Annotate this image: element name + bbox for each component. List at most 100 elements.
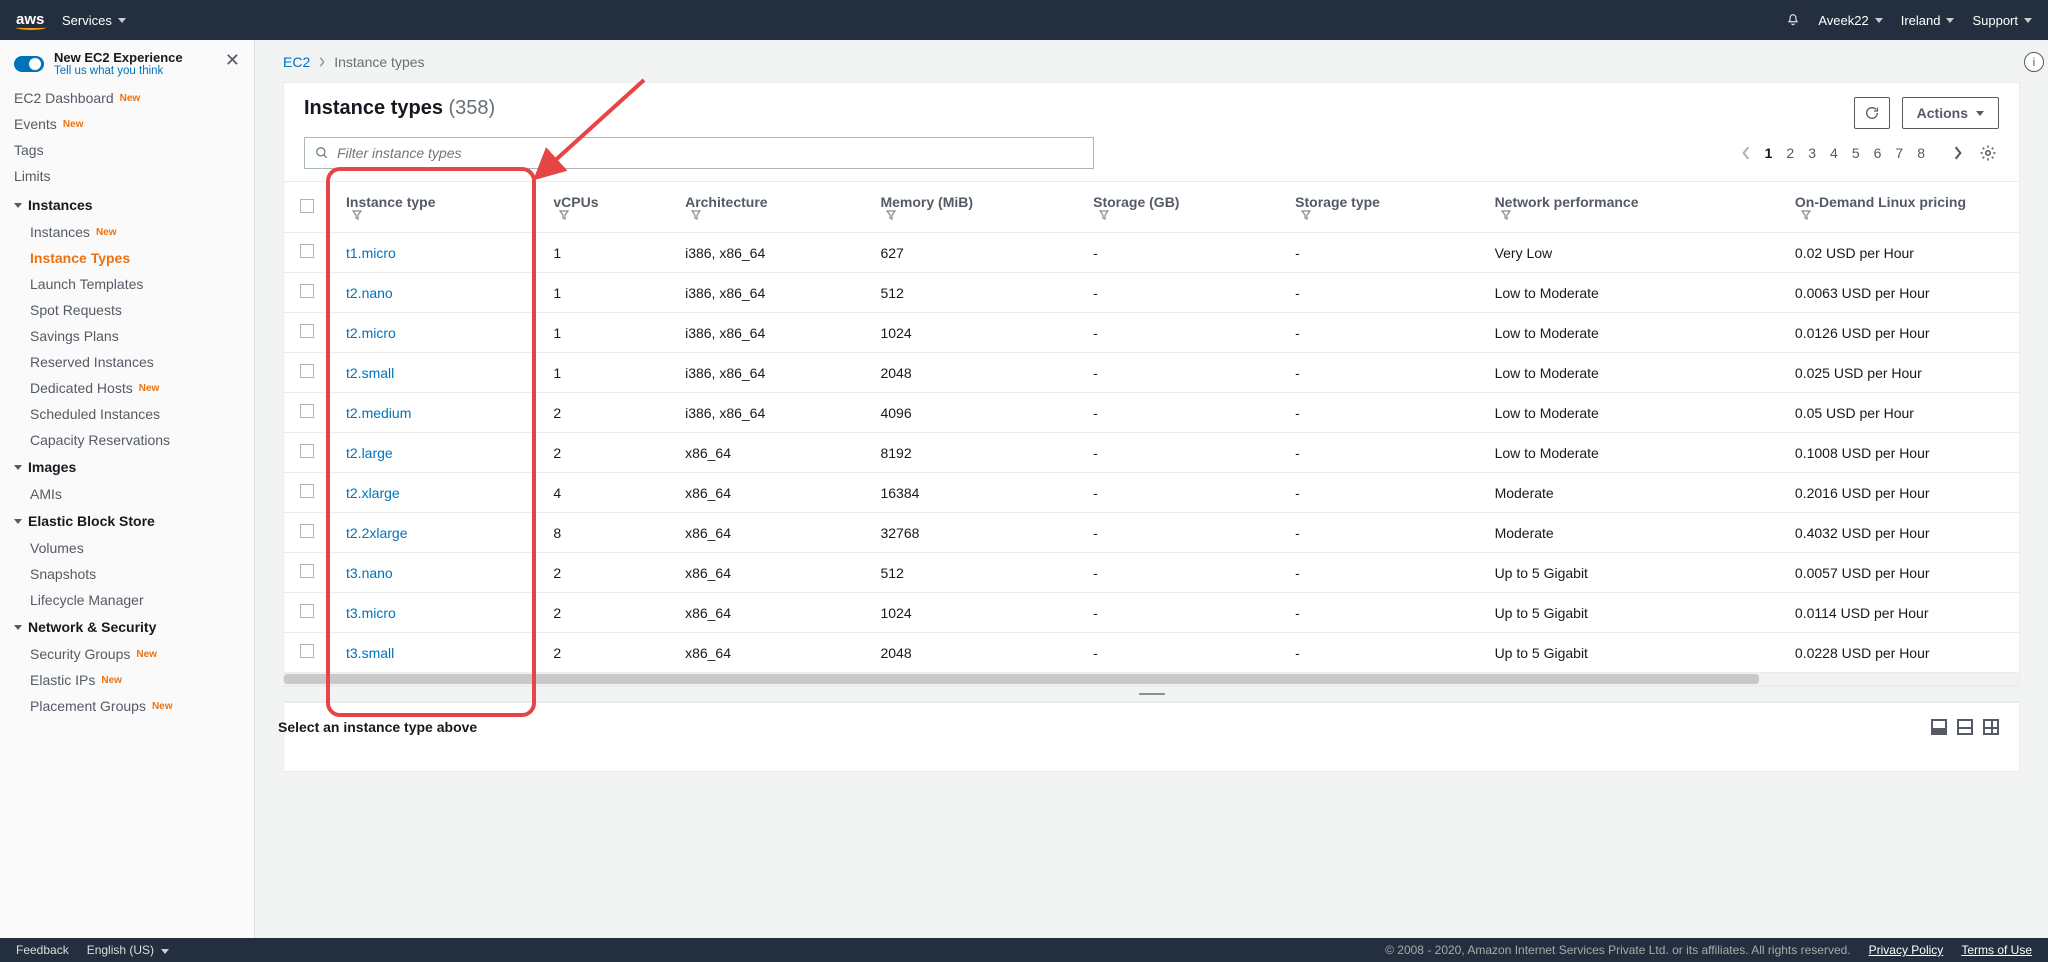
row-checkbox[interactable]	[300, 404, 314, 418]
language-menu[interactable]: English (US)	[87, 943, 170, 957]
page-prev[interactable]	[1741, 146, 1751, 160]
privacy-link[interactable]: Privacy Policy	[1869, 943, 1944, 957]
close-icon[interactable]: ✕	[225, 50, 240, 71]
sidebar-section-instances[interactable]: Instances	[0, 191, 254, 219]
instance-type-link[interactable]: t2.medium	[346, 405, 411, 421]
sidebar-item-instances[interactable]: Instances New	[0, 219, 254, 245]
sidebar-section-network-security[interactable]: Network & Security	[0, 613, 254, 641]
instance-type-link[interactable]: t3.nano	[346, 565, 393, 581]
table-row[interactable]: t1.micro1i386, x86_64627--Very Low0.02 U…	[284, 233, 2019, 273]
col-network-performance[interactable]: Network performance	[1479, 182, 1779, 233]
instance-type-link[interactable]: t2.nano	[346, 285, 393, 301]
sidebar-item-savings-plans[interactable]: Savings Plans	[0, 323, 254, 349]
select-all-checkbox[interactable]	[300, 199, 314, 213]
row-checkbox[interactable]	[300, 524, 314, 538]
aws-logo[interactable]: aws	[16, 11, 46, 30]
sidebar-item-launch-templates[interactable]: Launch Templates	[0, 271, 254, 297]
row-checkbox[interactable]	[300, 564, 314, 578]
region-menu[interactable]: Ireland	[1901, 13, 1955, 28]
page-4[interactable]: 4	[1830, 145, 1838, 161]
feedback-link[interactable]: Feedback	[16, 943, 69, 957]
instance-type-link[interactable]: t3.small	[346, 645, 394, 661]
filter-input-wrap[interactable]	[304, 137, 1094, 169]
page-6[interactable]: 6	[1874, 145, 1882, 161]
col-on-demand-linux-pricing[interactable]: On-Demand Linux pricing	[1779, 182, 2019, 233]
sidebar-item-events[interactable]: Events New	[0, 111, 254, 137]
support-menu[interactable]: Support	[1972, 13, 2032, 28]
notifications-button[interactable]	[1786, 13, 1800, 27]
sidebar-section-elastic-block-store[interactable]: Elastic Block Store	[0, 507, 254, 535]
table-row[interactable]: t3.nano2x86_64512--Up to 5 Gigabit0.0057…	[284, 553, 2019, 593]
services-menu[interactable]: Services	[62, 13, 126, 28]
table-row[interactable]: t2.nano1i386, x86_64512--Low to Moderate…	[284, 273, 2019, 313]
row-checkbox[interactable]	[300, 444, 314, 458]
info-button[interactable]: i	[2024, 52, 2044, 72]
sidebar-section-images[interactable]: Images	[0, 453, 254, 481]
sidebar-item-snapshots[interactable]: Snapshots	[0, 561, 254, 587]
settings-button[interactable]	[1977, 142, 1999, 164]
col-instance-type[interactable]: Instance type	[330, 182, 537, 233]
table-row[interactable]: t2.xlarge4x86_6416384--Moderate0.2016 US…	[284, 473, 2019, 513]
new-experience-toggle[interactable]	[14, 56, 44, 72]
col-architecture[interactable]: Architecture	[669, 182, 864, 233]
sidebar-item-elastic-ips[interactable]: Elastic IPs New	[0, 667, 254, 693]
page-7[interactable]: 7	[1895, 145, 1903, 161]
actions-button[interactable]: Actions	[1902, 97, 1999, 129]
table-row[interactable]: t3.small2x86_642048--Up to 5 Gigabit0.02…	[284, 633, 2019, 673]
table-row[interactable]: t3.micro2x86_641024--Up to 5 Gigabit0.01…	[284, 593, 2019, 633]
page-2[interactable]: 2	[1786, 145, 1794, 161]
breadcrumb-root[interactable]: EC2	[283, 54, 310, 70]
row-checkbox[interactable]	[300, 484, 314, 498]
sidebar-item-reserved-instances[interactable]: Reserved Instances	[0, 349, 254, 375]
sidebar-item-lifecycle-manager[interactable]: Lifecycle Manager	[0, 587, 254, 613]
instance-type-link[interactable]: t2.large	[346, 445, 393, 461]
sidebar-item-spot-requests[interactable]: Spot Requests	[0, 297, 254, 323]
col-memory-mib-[interactable]: Memory (MiB)	[864, 182, 1077, 233]
sidebar-item-security-groups[interactable]: Security Groups New	[0, 641, 254, 667]
page-1[interactable]: 1	[1765, 145, 1773, 161]
refresh-button[interactable]	[1854, 97, 1890, 129]
table-row[interactable]: t2.small1i386, x86_642048--Low to Modera…	[284, 353, 2019, 393]
split-handle[interactable]	[283, 686, 2020, 702]
table-row[interactable]: t2.medium2i386, x86_644096--Low to Moder…	[284, 393, 2019, 433]
table-row[interactable]: t2.2xlarge8x86_6432768--Moderate0.4032 U…	[284, 513, 2019, 553]
table-row[interactable]: t2.large2x86_648192--Low to Moderate0.10…	[284, 433, 2019, 473]
col-storage-gb-[interactable]: Storage (GB)	[1077, 182, 1279, 233]
sidebar-item-instance-types[interactable]: Instance Types	[0, 245, 254, 271]
page-5[interactable]: 5	[1852, 145, 1860, 161]
page-3[interactable]: 3	[1808, 145, 1816, 161]
terms-link[interactable]: Terms of Use	[1961, 943, 2032, 957]
page-next[interactable]	[1953, 146, 1963, 160]
row-checkbox[interactable]	[300, 324, 314, 338]
instance-type-link[interactable]: t2.micro	[346, 325, 396, 341]
sidebar-item-ec2-dashboard[interactable]: EC2 Dashboard New	[0, 85, 254, 111]
view-split-icon[interactable]	[1957, 719, 1973, 735]
instance-type-link[interactable]: t1.micro	[346, 245, 396, 261]
sidebar-item-tags[interactable]: Tags	[0, 137, 254, 163]
col-vcpus[interactable]: vCPUs	[537, 182, 669, 233]
filter-input[interactable]	[337, 145, 1083, 161]
instance-type-link[interactable]: t2.2xlarge	[346, 525, 407, 541]
row-checkbox[interactable]	[300, 604, 314, 618]
col-storage-type[interactable]: Storage type	[1279, 182, 1478, 233]
row-checkbox[interactable]	[300, 244, 314, 258]
sidebar-item-limits[interactable]: Limits	[0, 163, 254, 189]
instance-type-link[interactable]: t3.micro	[346, 605, 396, 621]
page-8[interactable]: 8	[1917, 145, 1925, 161]
row-checkbox[interactable]	[300, 284, 314, 298]
row-checkbox[interactable]	[300, 644, 314, 658]
sidebar-item-amis[interactable]: AMIs	[0, 481, 254, 507]
instance-type-link[interactable]: t2.xlarge	[346, 485, 400, 501]
account-menu[interactable]: Aveek22	[1818, 13, 1882, 28]
view-bottom-icon[interactable]	[1931, 719, 1947, 735]
sidebar-item-volumes[interactable]: Volumes	[0, 535, 254, 561]
sidebar-item-capacity-reservations[interactable]: Capacity Reservations	[0, 427, 254, 453]
row-checkbox[interactable]	[300, 364, 314, 378]
instance-type-link[interactable]: t2.small	[346, 365, 394, 381]
sidebar-item-scheduled-instances[interactable]: Scheduled Instances	[0, 401, 254, 427]
experience-sub-link[interactable]: Tell us what you think	[54, 65, 183, 77]
sidebar-item-dedicated-hosts[interactable]: Dedicated Hosts New	[0, 375, 254, 401]
sidebar-item-placement-groups[interactable]: Placement Groups New	[0, 693, 254, 719]
horizontal-scrollbar[interactable]	[284, 673, 2019, 685]
view-grid-icon[interactable]	[1983, 719, 1999, 735]
